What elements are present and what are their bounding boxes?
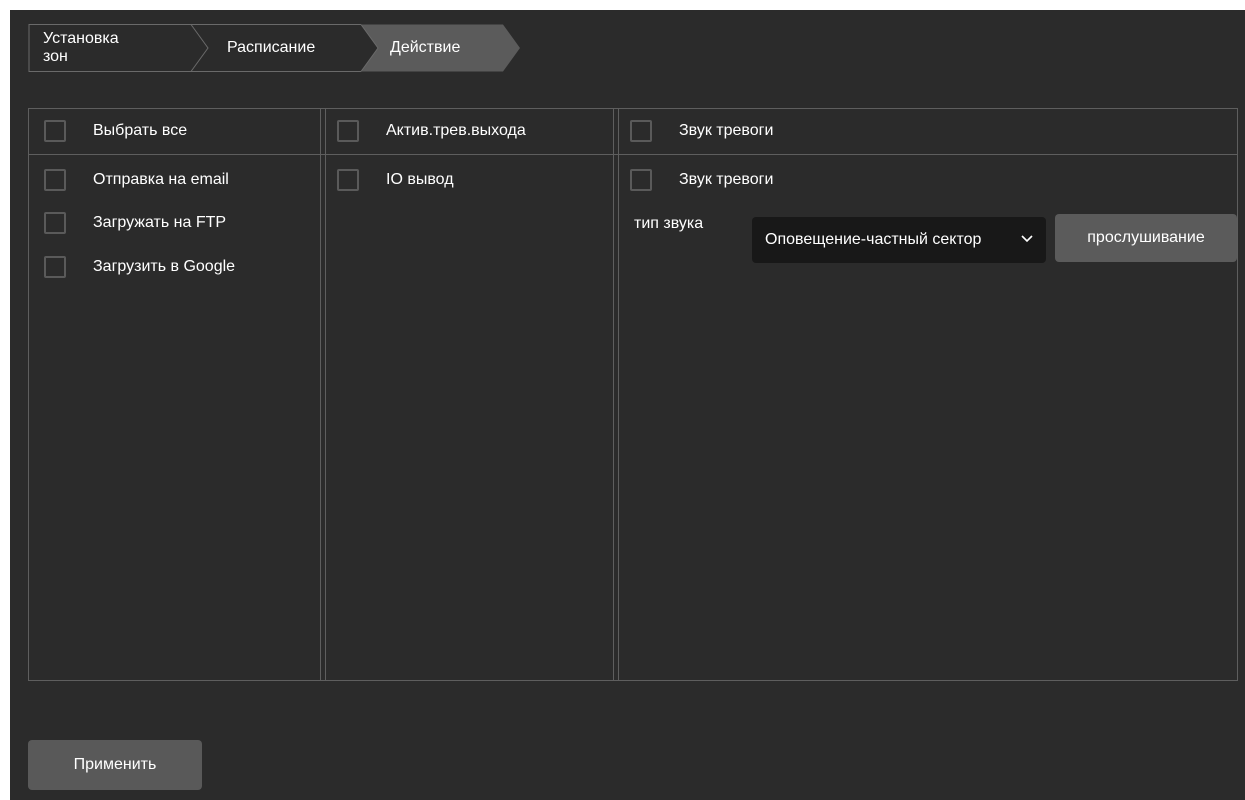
google-label: Загрузить в Google xyxy=(93,258,236,275)
google-checkbox[interactable] xyxy=(44,256,66,278)
email-row[interactable]: Отправка на email xyxy=(44,164,229,196)
alarm-sound-header-label: Звук тревоги xyxy=(679,122,774,139)
email-checkbox[interactable] xyxy=(44,169,66,191)
io-output-checkbox[interactable] xyxy=(337,169,359,191)
ftp-row[interactable]: Загружать на FTP xyxy=(44,207,226,239)
sound-type-label: тип звука xyxy=(634,215,703,233)
email-label: Отправка на email xyxy=(93,171,229,188)
sound-type-select[interactable]: Оповещение-частный сектор xyxy=(752,217,1046,263)
alarm-output-row[interactable]: Актив.трев.выхода xyxy=(337,115,526,147)
ftp-label: Загружать на FTP xyxy=(93,214,227,231)
sound-type-value: Оповещение-частный сектор xyxy=(765,231,982,248)
select-all-label: Выбрать все xyxy=(93,122,188,139)
alarm-sound-label: Звук тревоги xyxy=(679,171,774,188)
alarm-sound-header-row[interactable]: Звук тревоги xyxy=(630,115,773,147)
alarm-sound-checkbox[interactable] xyxy=(630,169,652,191)
action-table: Выбрать все Отправка на email Загружать … xyxy=(28,108,1238,682)
step-zone-setup[interactable]: Установка зон xyxy=(43,24,119,72)
select-all-checkbox[interactable] xyxy=(44,120,66,142)
step-schedule[interactable]: Расписание xyxy=(227,24,315,72)
alarm-output-label: Актив.трев.выхода xyxy=(386,122,526,139)
main-panel: Установка зон Расписание Действие Выбрат… xyxy=(10,10,1245,800)
io-output-row[interactable]: IO вывод xyxy=(337,164,454,196)
step-action[interactable]: Действие xyxy=(390,24,460,72)
alarm-output-checkbox[interactable] xyxy=(337,120,359,142)
apply-button[interactable]: Применить xyxy=(28,740,202,790)
alarm-sound-row[interactable]: Звук тревоги xyxy=(630,164,773,196)
alarm-sound-header-checkbox[interactable] xyxy=(630,120,652,142)
google-row[interactable]: Загрузить в Google xyxy=(44,251,235,283)
chevron-down-icon xyxy=(1021,235,1033,243)
select-all-row[interactable]: Выбрать все xyxy=(44,115,187,147)
listen-button[interactable]: прослушивание xyxy=(1055,214,1237,262)
io-output-label: IO вывод xyxy=(386,171,454,188)
ftp-checkbox[interactable] xyxy=(44,212,66,234)
sound-type-text: тип звука xyxy=(634,215,704,232)
